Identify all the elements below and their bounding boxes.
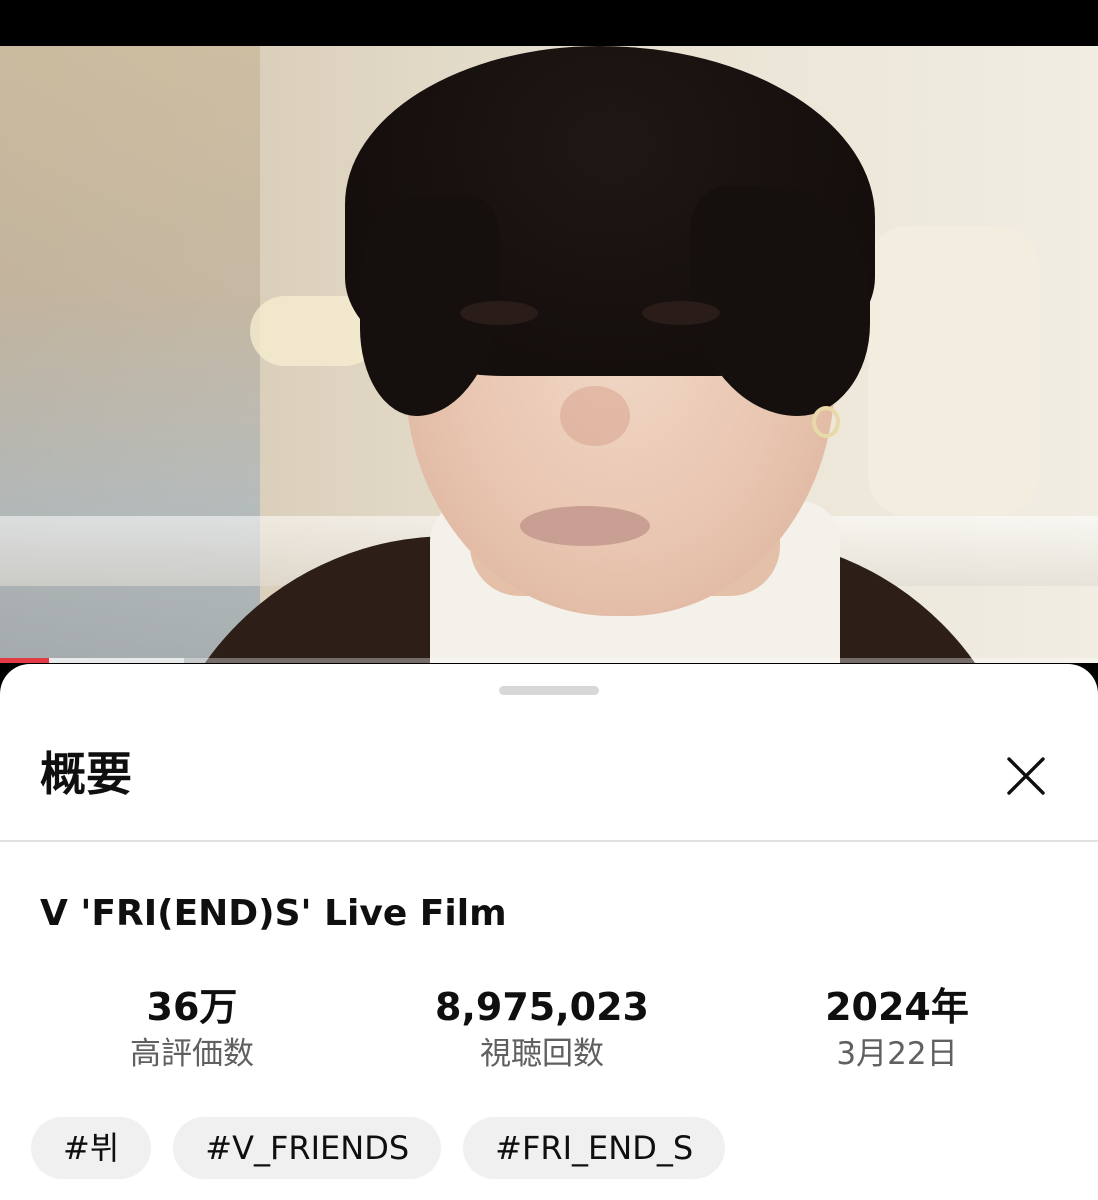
description-sheet: 概要 V 'FRI(END)S' Live Film 36万 高評価数 8,97… — [0, 664, 1098, 1200]
person-earring — [812, 406, 840, 438]
background-glow — [868, 226, 1038, 516]
close-button[interactable] — [998, 748, 1054, 804]
sheet-title: 概要 — [40, 747, 132, 801]
drag-handle[interactable] — [499, 686, 599, 695]
progress-played — [0, 658, 50, 663]
likes-count: 36万 — [146, 985, 238, 1029]
likes-stat: 36万 高評価数 — [42, 982, 342, 1076]
person-eye — [642, 301, 720, 325]
views-count: 8,975,023 — [435, 985, 649, 1029]
video-player[interactable] — [0, 46, 1098, 663]
views-label: 視聴回数 — [480, 1036, 604, 1072]
upload-date-stat: 2024年 3月22日 — [747, 982, 1047, 1076]
person-nose — [560, 386, 630, 446]
close-icon — [1007, 757, 1045, 795]
person-lips — [520, 506, 650, 546]
upload-day: 3月22日 — [836, 1036, 958, 1072]
hashtag-chip[interactable]: #뷔 — [31, 1117, 152, 1179]
likes-label: 高評価数 — [130, 1036, 254, 1072]
divider — [0, 840, 1098, 842]
person-eye — [460, 301, 538, 325]
video-progress-bar[interactable] — [0, 658, 1098, 663]
views-stat: 8,975,023 視聴回数 — [392, 982, 692, 1076]
upload-year: 2024年 — [825, 985, 969, 1029]
hashtag-chip[interactable]: #FRI_END_S — [463, 1117, 726, 1179]
video-title: V 'FRI(END)S' Live Film — [40, 893, 507, 934]
hashtag-list: #뷔 #V_FRIENDS #FRI_END_S — [31, 1117, 726, 1179]
hashtag-chip[interactable]: #V_FRIENDS — [173, 1117, 442, 1179]
status-bar-area — [0, 0, 1098, 46]
